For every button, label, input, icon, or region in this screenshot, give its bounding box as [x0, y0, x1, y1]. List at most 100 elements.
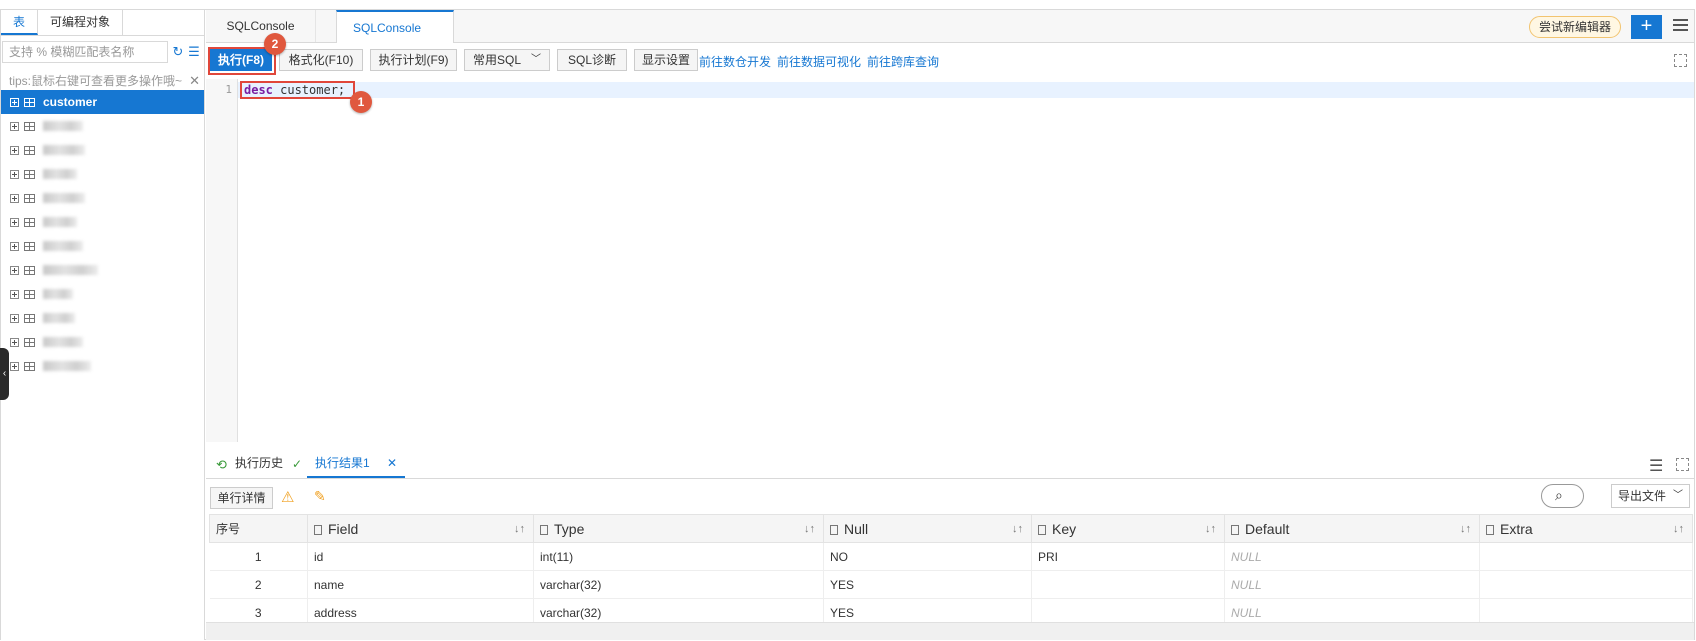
expand-icon[interactable] [10, 361, 19, 371]
tab-execution-history[interactable]: 执行历史 [235, 450, 283, 478]
chevron-down-icon: ﹀ [531, 54, 541, 65]
horizontal-scrollbar[interactable] [206, 622, 1694, 640]
cell-extra[interactable] [1479, 542, 1693, 571]
redacted-table-name [43, 121, 83, 131]
table-node[interactable] [1, 354, 204, 378]
close-result-tab-icon[interactable]: ✕ [387, 456, 397, 470]
explain-plan-button[interactable]: 执行计划(F9) [370, 49, 457, 71]
col-default-header[interactable]: Default ↓↑ [1224, 514, 1480, 543]
row-detail-button[interactable]: 单行详情 [210, 487, 273, 509]
tab-sqlconsole[interactable]: SQLConsole [206, 10, 316, 42]
table-node[interactable] [1, 162, 204, 186]
export-file-dropdown[interactable]: 导出文件 ﹀ [1611, 484, 1690, 508]
refresh-icon[interactable]: ↻ [171, 45, 185, 59]
cell-null[interactable]: YES [823, 570, 1032, 599]
edit-icon[interactable]: ✎ [314, 488, 326, 505]
expand-icon[interactable] [10, 193, 19, 203]
list-menu-icon[interactable]: ☰ [1649, 456, 1663, 476]
warning-icon[interactable]: ⚠ [281, 488, 294, 506]
sort-icon[interactable]: ↓↑ [1012, 523, 1023, 535]
cell-default[interactable]: NULL [1224, 542, 1480, 571]
fullscreen-icon[interactable] [1674, 54, 1687, 67]
col-field-header[interactable]: Field ↓↑ [307, 514, 534, 543]
table-search-input[interactable]: 支持 % 模糊匹配表名称 [2, 41, 168, 63]
result-search-button[interactable]: ⌕ [1541, 484, 1584, 508]
sql-diagnose-button[interactable]: SQL诊断 [557, 49, 627, 71]
col-extra-header[interactable]: Extra ↓↑ [1479, 514, 1693, 543]
highlight-code [240, 81, 355, 99]
export-label: 导出文件 [1618, 489, 1667, 503]
table-name: customer [43, 95, 98, 109]
result-tab-bar: ⟲ 执行历史 ✓ 执行结果1 ✕ ☰ [206, 450, 1694, 479]
col-null-header[interactable]: Null ↓↑ [823, 514, 1032, 543]
cell-default[interactable]: NULL [1224, 570, 1480, 599]
expand-icon[interactable] [10, 97, 19, 107]
tab-programmable-objects[interactable]: 可编程对象 [38, 10, 124, 35]
close-tips-icon[interactable]: ✕ [189, 70, 200, 92]
tab-tables[interactable]: 表 [1, 10, 39, 35]
cell-key[interactable] [1031, 570, 1225, 599]
cell-null[interactable]: NO [823, 542, 1032, 571]
expand-icon[interactable] [10, 217, 19, 227]
maximize-results-icon[interactable] [1676, 458, 1689, 471]
new-console-button[interactable]: + [1631, 15, 1662, 39]
sort-icon[interactable]: ↓↑ [514, 523, 525, 535]
table-node[interactable] [1, 282, 204, 306]
sql-editor[interactable]: 1 desc customer; [206, 79, 1694, 442]
cell-field[interactable]: id [307, 542, 534, 571]
table-node[interactable] [1, 330, 204, 354]
table-node[interactable] [1, 138, 204, 162]
tab-sqlconsole-1[interactable]: SQLConsole 1× [336, 10, 454, 67]
try-new-editor-button[interactable]: 尝试新编辑器 [1529, 16, 1621, 38]
expand-icon[interactable] [10, 289, 19, 299]
sort-icon[interactable]: ↓↑ [1460, 523, 1471, 535]
table-row[interactable]: 2 name varchar(32) YES NULL [209, 570, 1693, 599]
table-icon [24, 241, 35, 251]
filter-list-icon[interactable]: ☰ [187, 45, 201, 59]
menu-icon[interactable] [1673, 19, 1688, 31]
expand-icon[interactable] [10, 313, 19, 323]
col-key-header[interactable]: Key ↓↑ [1031, 514, 1225, 543]
table-node-customer[interactable]: customer [1, 90, 204, 114]
goto-cross-db-link[interactable]: 前往跨库查询 [867, 53, 939, 70]
result-tab-label: 执行结果1 [315, 456, 370, 470]
column-doc-icon [1038, 524, 1046, 535]
table-node[interactable] [1, 210, 204, 234]
table-node[interactable] [1, 258, 204, 282]
cell-type[interactable]: varchar(32) [533, 570, 824, 599]
table-node[interactable] [1, 114, 204, 138]
tab-execution-result-1[interactable]: 执行结果1 ✕ [307, 450, 406, 478]
column-doc-icon [1231, 524, 1239, 535]
expand-icon[interactable] [10, 265, 19, 275]
goto-dw-dev-link[interactable]: 前往数仓开发 [699, 53, 771, 70]
result-table: 序号 Field ↓↑ Type ↓↑ Null ↓↑ Key ↓↑ Default ↓↑… [209, 514, 1693, 627]
sort-icon[interactable]: ↓↑ [1205, 523, 1216, 535]
format-button[interactable]: 格式化(F10) [279, 49, 363, 71]
expand-icon[interactable] [10, 145, 19, 155]
cell-field[interactable]: name [307, 570, 534, 599]
cell-key[interactable]: PRI [1031, 542, 1225, 571]
table-row[interactable]: 1 id int(11) NO PRI NULL [209, 542, 1693, 571]
collapse-panel-handle[interactable]: ‹ [0, 348, 9, 400]
cell-index[interactable]: 2 [209, 570, 308, 599]
line-gutter: 1 [206, 79, 238, 442]
col-label: Extra [1500, 520, 1533, 537]
cell-index[interactable]: 1 [209, 542, 308, 571]
sort-icon[interactable]: ↓↑ [1673, 523, 1684, 535]
object-panel: 表 可编程对象 支持 % 模糊匹配表名称 ↻ ☰ tips:鼠标右键可查看更多操… [1, 10, 205, 640]
cell-type[interactable]: int(11) [533, 542, 824, 571]
common-sql-dropdown[interactable]: 常用SQL ﹀ [464, 49, 550, 71]
step-badge-2: 2 [264, 33, 286, 55]
table-node[interactable] [1, 234, 204, 258]
table-node[interactable] [1, 306, 204, 330]
display-settings-button[interactable]: 显示设置 [634, 49, 698, 71]
expand-icon[interactable] [10, 169, 19, 179]
expand-icon[interactable] [10, 337, 19, 347]
sort-icon[interactable]: ↓↑ [804, 523, 815, 535]
table-node[interactable] [1, 186, 204, 210]
expand-icon[interactable] [10, 121, 19, 131]
goto-data-viz-link[interactable]: 前往数据可视化 [777, 53, 861, 70]
expand-icon[interactable] [10, 241, 19, 251]
col-type-header[interactable]: Type ↓↑ [533, 514, 824, 543]
cell-extra[interactable] [1479, 570, 1693, 599]
